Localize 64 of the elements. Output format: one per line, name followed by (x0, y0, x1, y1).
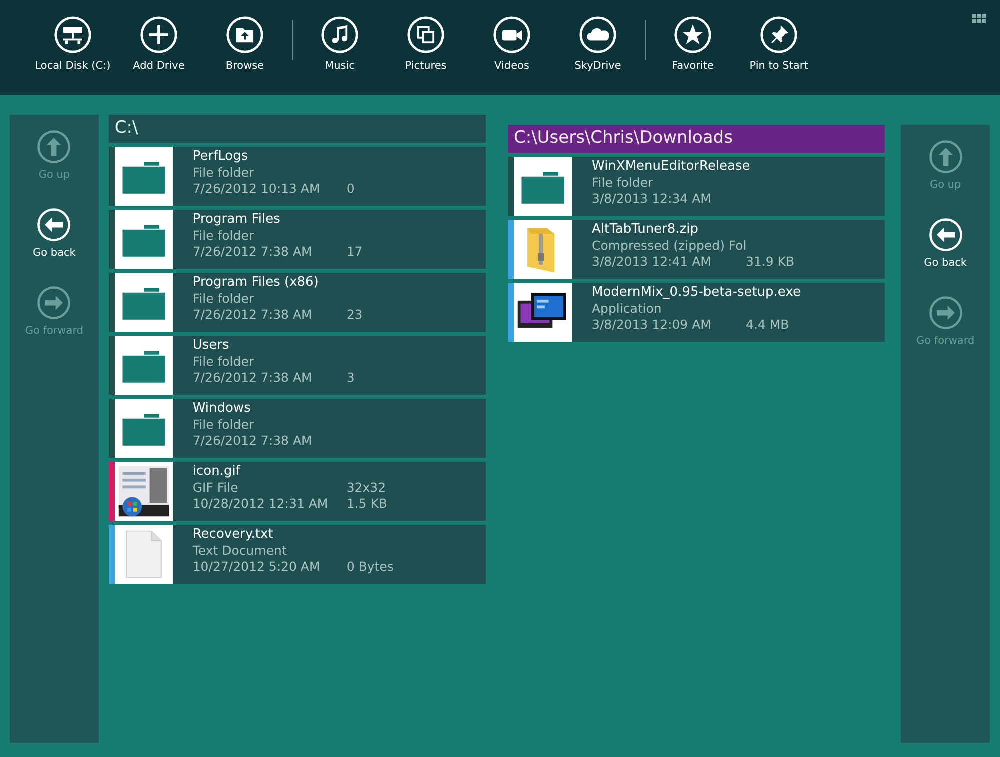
file-type: File folder (192, 354, 256, 369)
file-type: Application (592, 301, 663, 316)
pictures-icon (407, 16, 445, 54)
file-name: icon.gif (192, 464, 242, 479)
toolbar-button[interactable]: Local Disk (C:) (30, 12, 116, 76)
modified-date: 7/26/2012 10:13 AM (192, 181, 322, 196)
file-size: 3 (346, 370, 355, 385)
toolbar-button[interactable]: Music (297, 12, 383, 76)
file-type: Text Document (192, 543, 288, 558)
file-size: 23 (346, 307, 363, 322)
file-item[interactable]: icon.gif GIF File 32x32 10/28/2012 12:31 AM 1.5 KB (108, 462, 486, 521)
file-name: Recovery.txt (192, 527, 274, 542)
toolbar-button[interactable]: SkyDrive (555, 12, 641, 76)
modified-date: 10/27/2012 5:20 AM (192, 559, 322, 574)
file-name: PerfLogs (192, 149, 250, 164)
file-size: 1.5 KB (346, 496, 388, 511)
nav-button[interactable]: Go back (922, 215, 969, 271)
file-name: WinXMenuEditorRelease (592, 159, 750, 174)
file-name: ModernMix_0.95-beta-setup.exe (592, 285, 801, 300)
path-bar[interactable]: C:\Users\Chris\Downloads (508, 125, 886, 153)
file-type: File folder (192, 417, 256, 432)
grip-icon (972, 14, 986, 23)
file-size: 0 Bytes (346, 559, 394, 574)
toolbar-button[interactable]: Pin to Start (736, 12, 822, 76)
modified-date: 7/26/2012 7:38 AM (192, 307, 314, 322)
file-type: File folder (592, 175, 654, 190)
file-type: GIF File (192, 480, 240, 495)
modified-date: 3/8/2013 12:34 AM (592, 191, 712, 206)
modified-date: 7/26/2012 7:38 AM (192, 433, 314, 448)
drive-icon (54, 16, 92, 54)
cloud-icon (579, 16, 617, 54)
plus-icon (140, 16, 178, 54)
nav-button[interactable]: Go back (31, 205, 78, 261)
file-item[interactable]: AltTabTuner8.zip Compressed (zipped) Fol 3/8/2013 12:41 AM 31.9 KB (508, 220, 886, 279)
music-note-icon (321, 16, 359, 54)
file-name: Windows (192, 401, 252, 416)
modified-date: 3/8/2013 12:41 AM (592, 254, 712, 269)
image-dimensions: 32x32 (346, 480, 386, 495)
folder-icon (226, 16, 264, 54)
modified-date: 7/26/2012 7:38 AM (192, 370, 314, 385)
modified-date: 3/8/2013 12:09 AM (592, 317, 712, 332)
file-name: Program Files (192, 212, 282, 227)
modified-date: 10/28/2012 12:31 AM (192, 496, 330, 511)
file-type: File folder (192, 228, 256, 243)
toolbar-button[interactable]: Pictures (383, 12, 469, 76)
file-type: File folder (192, 291, 256, 306)
file-item[interactable]: Recovery.txt Text Document 10/27/2012 5:20 AM 0 Bytes (108, 525, 486, 584)
file-size: 17 (346, 244, 363, 259)
toolbar-button[interactable]: Favorite (650, 12, 736, 76)
toolbar-button[interactable]: Browse (202, 12, 288, 76)
toolbar-button[interactable]: Videos (469, 12, 555, 76)
toolbar-button[interactable]: Add Drive (116, 12, 202, 76)
file-size: 0 (346, 181, 355, 196)
pin-icon (760, 16, 798, 54)
video-camera-icon (493, 16, 531, 54)
file-name: Users (192, 338, 230, 353)
file-size: 4.4 MB (746, 317, 790, 332)
file-size: 31.9 KB (746, 254, 795, 269)
path-bar[interactable]: C:\ (108, 115, 486, 143)
modified-date: 7/26/2012 7:38 AM (192, 244, 314, 259)
file-name: Program Files (x86) (192, 275, 320, 290)
file-name: AltTabTuner8.zip (592, 222, 700, 237)
file-item[interactable]: ModernMix_0.95-beta-setup.exe Application 3/8/2013 12:09 AM 4.4 MB (508, 283, 886, 342)
file-type: File folder (192, 165, 256, 180)
